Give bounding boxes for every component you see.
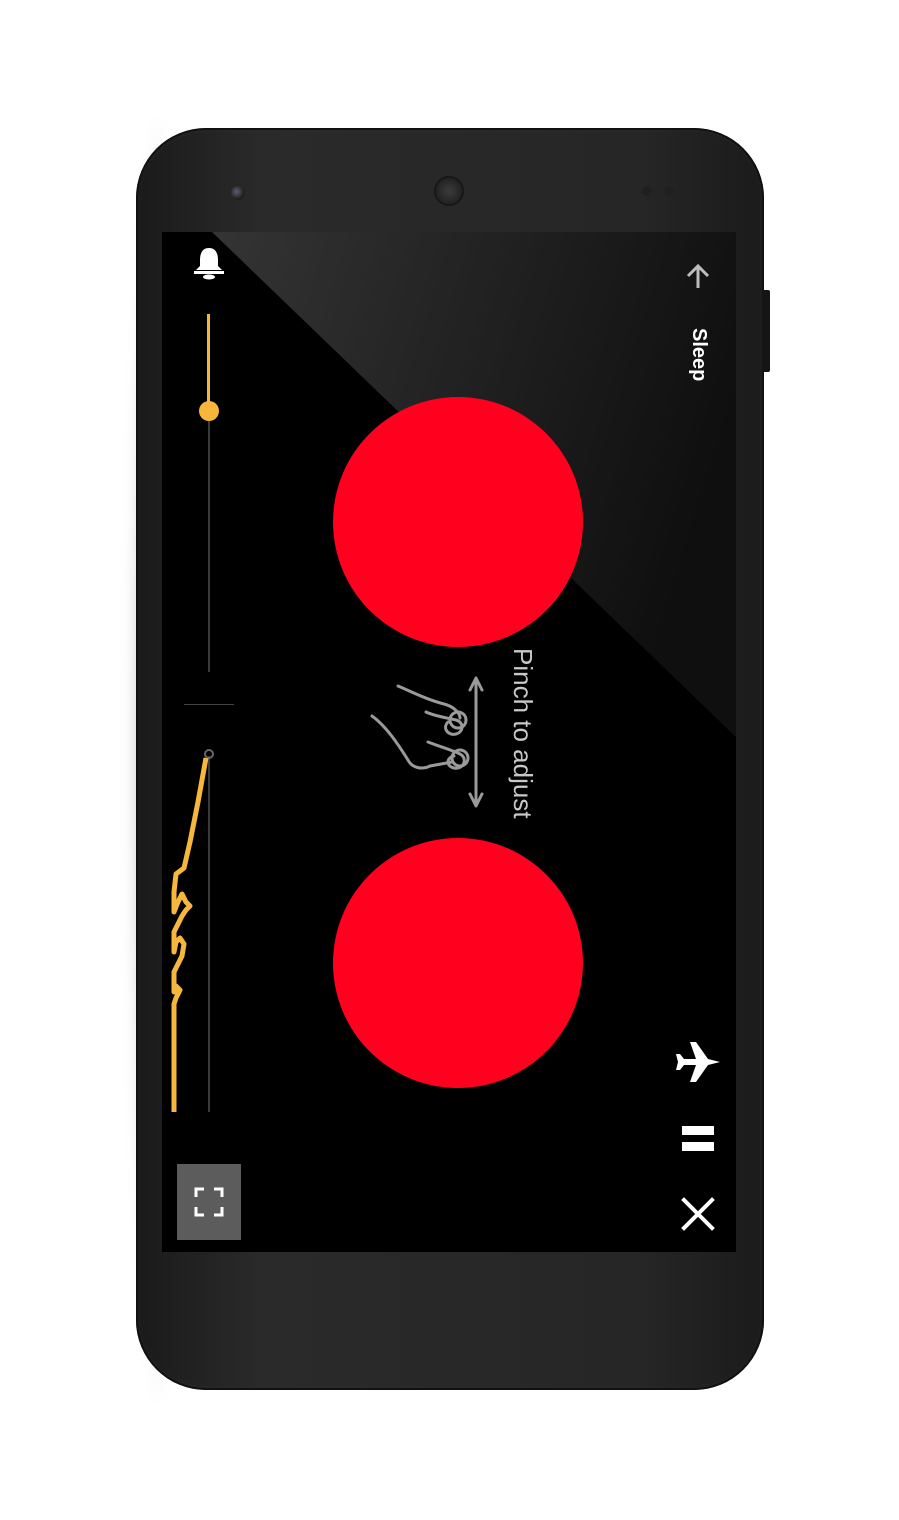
- app-screen: Sleep Pinch to adjust: [162, 232, 736, 1252]
- fullscreen-button[interactable]: [177, 1164, 241, 1240]
- pinch-circle-bottom[interactable]: [333, 838, 583, 1088]
- volume-track-empty: [208, 410, 210, 672]
- earpiece-speaker: [434, 176, 464, 206]
- pause-icon[interactable]: [680, 1124, 716, 1154]
- front-camera: [231, 186, 245, 200]
- pinch-circle-top[interactable]: [333, 397, 583, 647]
- proximity-sensor: [642, 186, 652, 196]
- volume-slider-thumb[interactable]: [199, 400, 219, 421]
- light-sensor: [664, 186, 674, 196]
- bell-icon[interactable]: [190, 246, 228, 280]
- sleep-button[interactable]: Sleep: [688, 328, 736, 388]
- sleep-activity-graph: [171, 749, 214, 1112]
- pinch-gesture-icon: [370, 676, 484, 808]
- power-button: [762, 290, 770, 372]
- airplane-icon[interactable]: [674, 1038, 722, 1086]
- volume-track-filled: [207, 314, 210, 411]
- divider: [184, 704, 234, 705]
- pinch-hint-label: Pinch to adjust: [508, 648, 538, 819]
- close-icon[interactable]: [678, 1194, 718, 1234]
- pinch-hint: Pinch to adjust: [508, 648, 568, 848]
- fullscreen-icon: [194, 1187, 224, 1217]
- sleep-label: Sleep: [688, 328, 710, 382]
- up-arrow-icon[interactable]: [682, 260, 714, 292]
